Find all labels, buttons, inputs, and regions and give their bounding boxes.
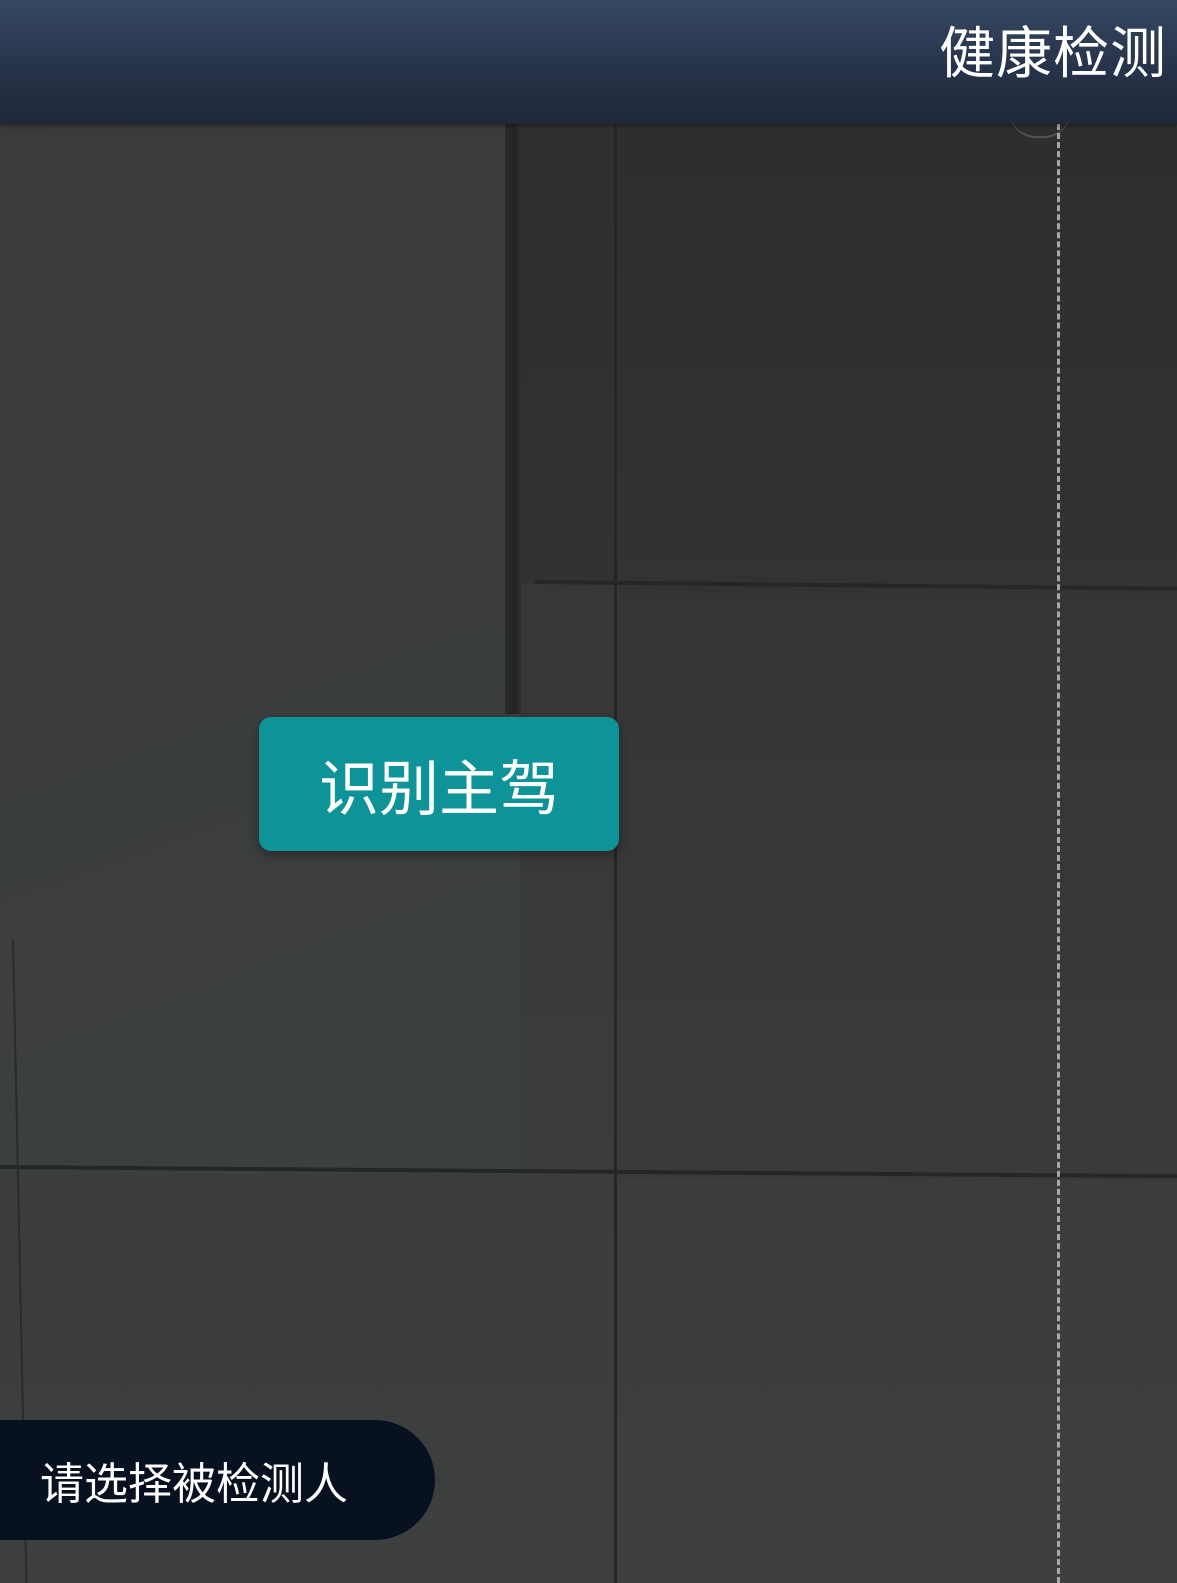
page-title: 健康检测 xyxy=(939,22,1167,87)
top-bar: 健康检测 xyxy=(0,0,1177,138)
background-seam xyxy=(614,124,617,1583)
background-seam xyxy=(505,124,521,714)
background-wall-panel xyxy=(618,594,1177,1180)
background-wall-strip xyxy=(520,124,618,584)
background-wall-panel xyxy=(618,124,1177,594)
health-check-screen: 健康检测 识别主驾 请选择被检测人 xyxy=(0,0,1177,1583)
select-person-button[interactable]: 请选择被检测人 xyxy=(0,1420,435,1540)
background-wall-panel xyxy=(0,124,520,1174)
select-person-label: 请选择被检测人 xyxy=(40,1459,348,1510)
identify-driver-button[interactable]: 识别主驾 xyxy=(259,717,619,851)
camera-guide-dashed-line xyxy=(1057,124,1060,1583)
